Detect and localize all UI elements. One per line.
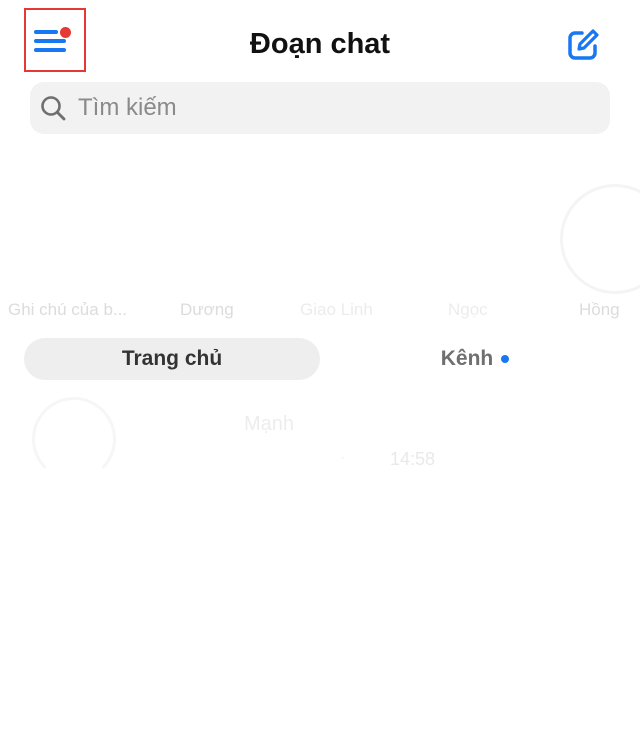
avatar	[32, 397, 116, 481]
tab-channels-label: Kênh	[440, 347, 494, 370]
story-label: Giao Linh	[300, 300, 373, 319]
story-label: Dương	[180, 300, 234, 319]
compose-icon	[568, 29, 599, 60]
chat-list-item[interactable]: Mạnh · 14:58	[0, 395, 640, 481]
story-label-note: Ghi chú của b...	[8, 300, 128, 319]
messenger-chats-screen: Đoạn chat Ghi chú của b... Dương Giao Li…	[0, 0, 640, 729]
tab-home-label: Trang chủ	[121, 347, 223, 370]
chat-name: Mạnh	[244, 413, 295, 435]
compose-button[interactable]	[566, 28, 600, 62]
search-icon	[41, 96, 66, 121]
tab-home[interactable]: Trang chủ	[24, 338, 320, 380]
story-avatar[interactable]	[560, 184, 640, 294]
chat-time: 14:58	[390, 449, 436, 469]
story-label: Ngọc	[448, 300, 488, 319]
search-bar[interactable]	[30, 82, 610, 134]
page-title: Đoạn chat	[249, 28, 391, 60]
stories-strip[interactable]: Ghi chú của b... Dương Giao Linh Ngọc Hồ…	[0, 180, 640, 330]
seen-icon: ·	[340, 449, 346, 466]
tab-channels[interactable]: Kênh	[330, 338, 620, 380]
unread-dot	[501, 355, 510, 363]
search-input[interactable]	[78, 90, 598, 126]
story-label: Hồng	[579, 300, 620, 319]
